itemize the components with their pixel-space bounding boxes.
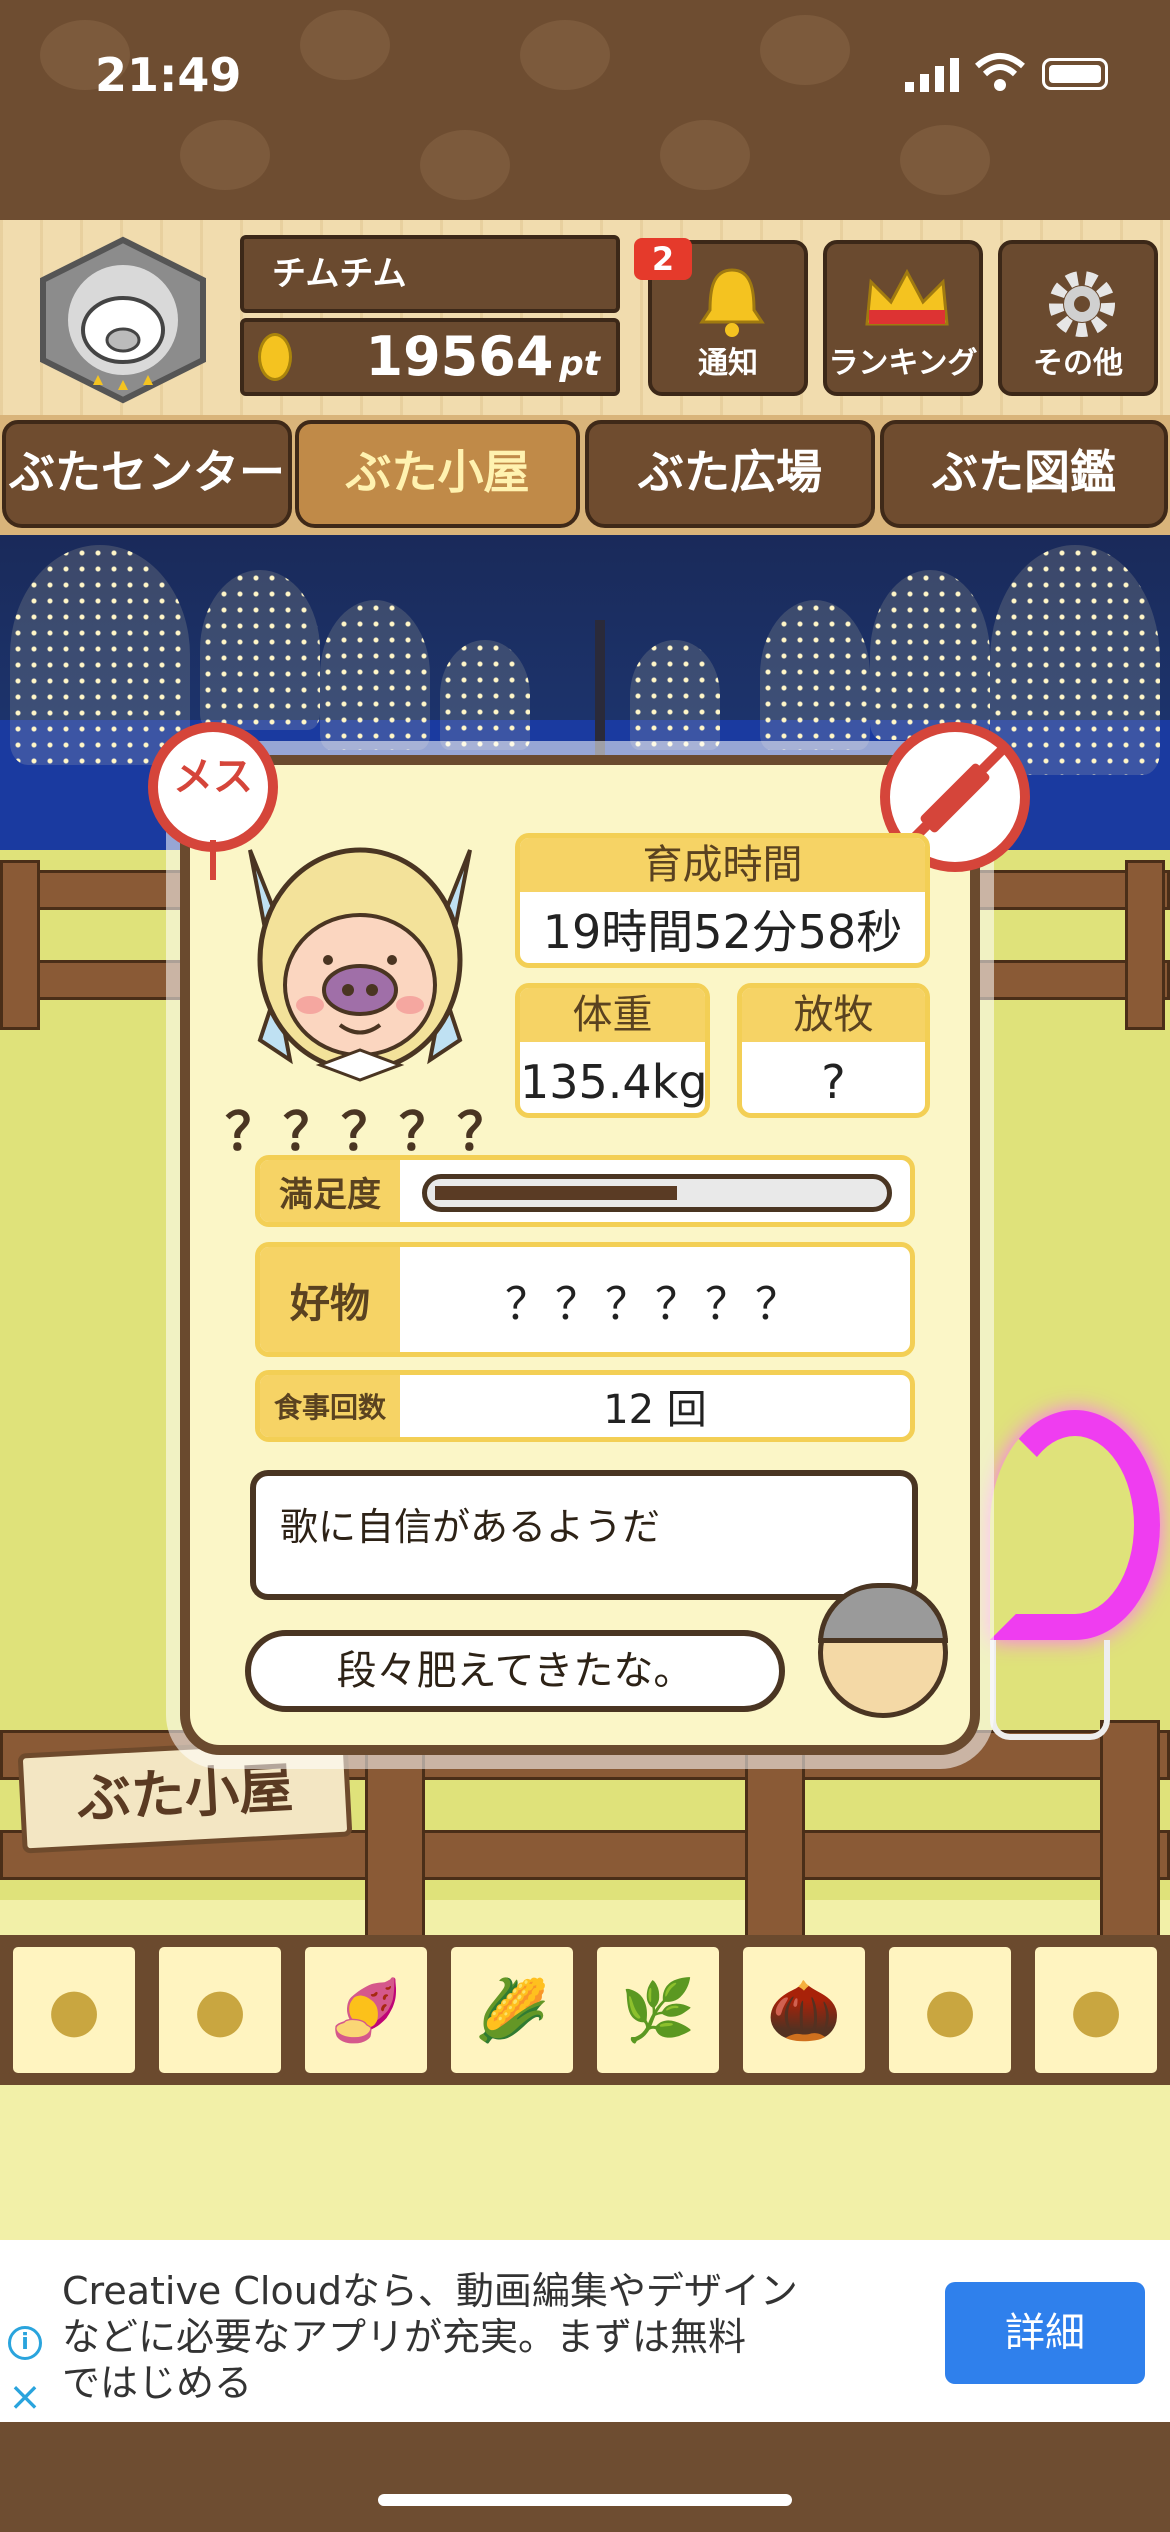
meals-value: 12 回: [603, 1387, 707, 1433]
food-slot[interactable]: 🌰: [738, 1942, 870, 2078]
food-slot[interactable]: ●: [884, 1942, 1016, 2078]
weight-card: 体重 135.4kg: [515, 983, 710, 1118]
ad-close-icon[interactable]: ×: [8, 2377, 42, 2417]
food-slot[interactable]: 🌿: [592, 1942, 724, 2078]
weight-value: 135.4kg: [520, 1055, 708, 1109]
ad-info-icon[interactable]: i: [8, 2326, 42, 2360]
meals-label: 食事回数: [260, 1375, 400, 1437]
ad-text: Creative Cloudなら、動画編集やデザイン などに必要なアプリが充実。…: [62, 2268, 862, 2406]
notification-badge: 2: [634, 238, 692, 280]
pig-name: ？？？？？: [225, 1103, 516, 1163]
other-button[interactable]: その他: [998, 240, 1158, 396]
battery-icon: [1042, 58, 1108, 90]
notice-label: 通知: [698, 346, 758, 381]
status-bar-background: [0, 0, 1170, 230]
weight-label: 体重: [520, 988, 705, 1042]
favorite-label: 好物: [260, 1247, 400, 1352]
wifi-icon: [975, 53, 1025, 91]
growth-time-label: 育成時間: [520, 838, 925, 892]
mixed-bean-pile-icon: ●: [193, 1975, 247, 2045]
crown-icon: [865, 268, 949, 326]
satisfaction-row: 満足度: [255, 1155, 915, 1227]
satisfaction-meter-fill: [435, 1186, 677, 1200]
ad-detail-button[interactable]: 詳細: [945, 2282, 1145, 2384]
tab-buta-goya[interactable]: ぶた小屋: [295, 420, 580, 528]
food-slot[interactable]: ●: [1030, 1942, 1162, 2078]
satisfaction-meter: [422, 1174, 892, 1212]
ad-text-line2: などに必要なアプリが充実。まずは無料: [62, 2315, 747, 2359]
food-slot[interactable]: ●: [154, 1942, 286, 2078]
bottom-background: [0, 2422, 1170, 2532]
other-label: その他: [1033, 346, 1123, 381]
bean-plate-icon: ●: [923, 1975, 977, 2045]
points-unit: pt: [559, 344, 600, 384]
ranking-button[interactable]: ランキング: [823, 240, 983, 396]
food-slot[interactable]: ●: [8, 1942, 140, 2078]
soybean-pile-icon: ●: [47, 1975, 101, 2045]
release-value: ?: [821, 1055, 846, 1109]
acorn-icon: 🌰: [766, 1975, 842, 2046]
satisfaction-label: 満足度: [260, 1160, 400, 1222]
sweet-potato-icon: 🍠: [328, 1975, 404, 2046]
food-slot[interactable]: 🍠: [300, 1942, 432, 2078]
ad-text-line1: Creative Cloudなら、動画編集やデザイン: [62, 2269, 798, 2313]
bell-icon: [699, 268, 765, 337]
points-value: 19564 pt: [310, 318, 600, 396]
farmer-avatar: [818, 1583, 948, 1718]
growth-time-value: 19時間52分58秒: [542, 905, 903, 959]
corn-icon: 🌽: [474, 1975, 550, 2046]
ad-text-line3: ではじめる: [62, 2361, 253, 2405]
meal-count-row: 食事回数 12 回: [255, 1370, 915, 1442]
food-slot[interactable]: 🌽: [446, 1942, 578, 2078]
ginkgo-nut-icon: 🌿: [620, 1975, 696, 2046]
growth-time-card: 育成時間 19時間52分58秒: [515, 833, 930, 968]
tab-buta-hiroba[interactable]: ぶた広場: [585, 420, 875, 528]
pig-character[interactable]: [230, 810, 490, 1090]
neon-heart-decoration: [990, 1410, 1160, 1640]
truffle-plate-icon: ●: [1069, 1975, 1123, 2045]
status-time: 21:49: [95, 48, 242, 102]
trait-speech-bubble: 歌に自信があるようだ: [250, 1470, 918, 1600]
favorite-food-row: 好物 ？？？？？？: [255, 1242, 915, 1357]
favorite-value: ？？？？？？: [505, 1278, 805, 1330]
bird-cage: [990, 1640, 1110, 1740]
farmer-comment-bubble: 段々肥えてきたな。: [245, 1630, 785, 1712]
points-number: 19564: [365, 325, 554, 388]
tab-buta-zukan[interactable]: ぶた図鑑: [880, 420, 1168, 528]
gear-icon: [1049, 271, 1115, 337]
coin-icon: [258, 333, 292, 381]
release-label: 放牧: [742, 988, 925, 1042]
ranking-label: ランキング: [828, 346, 978, 381]
tab-buta-center[interactable]: ぶたセンター: [2, 420, 292, 528]
gender-label: メス: [173, 754, 253, 800]
player-name: チムチム: [240, 235, 620, 313]
release-card: 放牧 ?: [737, 983, 930, 1118]
cellular-signal-icon: [905, 58, 959, 92]
home-indicator[interactable]: [378, 2494, 792, 2506]
player-avatar[interactable]: [28, 235, 218, 405]
